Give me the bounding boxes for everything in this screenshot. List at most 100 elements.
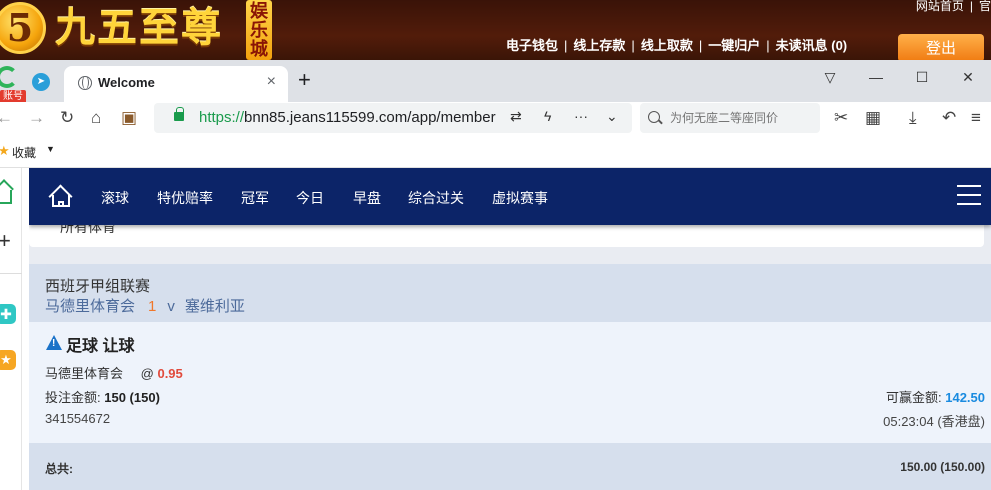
logout-button[interactable]: 登出 — [898, 34, 984, 60]
divider — [0, 273, 22, 274]
logo-badge: 5 — [0, 2, 46, 54]
stake-label: 投注金额: — [45, 390, 101, 405]
browser-tab-welcome[interactable]: Welcome × — [64, 66, 288, 102]
nav-today[interactable]: 今日 — [296, 188, 324, 208]
link-separator: | — [564, 38, 568, 53]
total-label: 总共: — [45, 462, 73, 476]
link-separator: | — [766, 38, 770, 53]
pick-team: 马德里体育会 — [45, 366, 124, 381]
nav-early[interactable]: 早盘 — [353, 188, 381, 208]
globe-icon — [78, 76, 92, 90]
lightning-icon[interactable]: ϟ — [544, 108, 551, 124]
search-input[interactable] — [670, 108, 815, 128]
odds-at: @ — [140, 366, 154, 381]
search-box[interactable] — [640, 103, 820, 133]
url-scheme: https:// — [199, 109, 245, 126]
browser-toolbar: ← → ↻ ⌂ ▣ https://bnn85.jeans115599.com/… — [0, 102, 991, 134]
tab-title: Welcome — [98, 75, 155, 90]
bet-type: 足球 让球 — [66, 338, 135, 355]
logo-text: 九五至尊 — [55, 4, 223, 51]
odds-value: 0.95 — [157, 366, 183, 381]
versus-label: v — [167, 298, 175, 315]
address-bar[interactable]: https://bnn85.jeans115599.com/app/member… — [154, 103, 632, 133]
total-value: 150.00 (150.00) — [900, 460, 985, 474]
match-line: 马德里体育会 1 v 塞维利亚 — [45, 295, 245, 316]
link-one-click-transfer[interactable]: 一键归户 — [708, 38, 760, 53]
bet-receipt-page: 滚球 特优赔率 冠军 今日 早盘 综合过关 虚拟赛事 所有体育 ▼ 西班牙甲组联… — [29, 168, 991, 490]
maximize-button[interactable]: ☐ — [899, 64, 945, 90]
new-tab-button[interactable]: + — [298, 69, 311, 91]
win-label: 可赢金额: — [885, 390, 942, 405]
minimize-button[interactable]: — — [853, 64, 899, 90]
home-team: 马德里体育会 — [45, 298, 136, 315]
chevron-down-icon[interactable]: ⌄ — [606, 108, 618, 125]
download-icon[interactable]: ⤓ — [909, 107, 917, 129]
bet-card: 足球 让球 马德里体育会 @ 0.95 投注金额: 150 (150) 可赢金额… — [29, 322, 991, 443]
link-separator: | — [698, 38, 703, 53]
menu-icon[interactable]: ≡ — [971, 107, 981, 129]
stake-value: 150 (150) — [104, 390, 160, 405]
win-line: 可赢金额: 142.50 — [886, 387, 985, 406]
star-app-icon[interactable]: ★ — [0, 350, 16, 370]
translate-icon[interactable]: ⇄ — [510, 108, 522, 125]
link-official[interactable]: 官 — [979, 0, 991, 13]
warning-icon — [46, 335, 62, 350]
home-icon[interactable]: ⌂ — [91, 107, 101, 129]
logo-sub-text: 娱乐城 — [246, 0, 272, 60]
back-arrow-icon[interactable]: ← — [0, 107, 13, 129]
more-dots-icon[interactable]: ··· — [574, 108, 588, 124]
nav-in-play[interactable]: 滚球 — [101, 188, 129, 208]
sports-nav-bar: 滚球 特优赔率 冠军 今日 早盘 综合过关 虚拟赛事 — [29, 168, 991, 225]
hamburger-menu-icon[interactable] — [957, 185, 981, 205]
tab-close-icon[interactable]: × — [267, 73, 276, 91]
link-online-withdraw[interactable]: 线上取款 — [641, 38, 693, 53]
browser-logo-icon[interactable] — [0, 66, 18, 88]
window-controls: ▽ — ☐ ✕ — [807, 64, 991, 90]
skin-icon[interactable]: ▽ — [807, 64, 853, 90]
briefcase-icon[interactable]: ▣ — [121, 107, 137, 129]
undo-icon[interactable]: ↶ — [942, 107, 956, 129]
star-icon[interactable]: ★ — [0, 143, 10, 159]
home-icon[interactable] — [0, 190, 12, 204]
link-unread-messages[interactable]: 未读讯息 (0) — [776, 38, 848, 53]
bookmarks-bar: ★ 收藏 ▼ — [0, 134, 991, 168]
bet-time: 05:23:04 (香港盘) — [883, 414, 985, 429]
league-header: 西班牙甲组联赛 马德里体育会 1 v 塞维利亚 — [29, 264, 991, 322]
account-links: 电子钱包 | 线上存款 | 线上取款 | 一键归户 | 未读讯息 (0) — [506, 35, 847, 54]
total-row: 总共: 150.00 (150.00) — [29, 443, 991, 490]
link-separator: | — [631, 38, 635, 53]
grid-apps-icon[interactable]: ▦ — [865, 107, 881, 129]
plus-icon[interactable]: + — [0, 230, 11, 252]
reload-icon[interactable]: ↻ — [60, 107, 74, 129]
pick-line: 马德里体育会 @ 0.95 — [45, 363, 183, 382]
link-separator: | — [969, 0, 973, 13]
forward-arrow-icon[interactable]: → — [28, 107, 45, 129]
nav-outright[interactable]: 冠军 — [241, 188, 269, 208]
site-banner: 5 九五至尊 娱乐城 网站首页 | 官 电子钱包 | 线上存款 | 线上取款 | 一键归户 | 未读… — [0, 0, 991, 60]
bookmarks-favorites[interactable]: 收藏 — [12, 144, 36, 161]
scissors-icon[interactable]: ✂ — [834, 107, 848, 129]
win-value: 142.50 — [945, 390, 985, 405]
link-e-wallet[interactable]: 电子钱包 — [506, 38, 558, 53]
home-icon[interactable] — [48, 184, 73, 209]
top-links: 网站首页 | 官 — [916, 0, 991, 14]
nav-special-odds[interactable]: 特优赔率 — [157, 188, 213, 208]
url-text[interactable]: https://bnn85.jeans115599.com/app/member — [199, 109, 501, 126]
nav-parlay[interactable]: 综合过关 — [408, 188, 464, 208]
url-path: bnn85.jeans115599.com/app/member — [244, 109, 496, 126]
link-homepage[interactable]: 网站首页 — [916, 0, 964, 13]
stake-line: 投注金额: 150 (150) — [45, 387, 160, 406]
link-online-deposit[interactable]: 线上存款 — [573, 38, 625, 53]
away-team: 塞维利亚 — [184, 298, 245, 315]
nav-virtual[interactable]: 虚拟赛事 — [492, 188, 548, 208]
league-name: 西班牙甲组联赛 — [45, 278, 151, 295]
puzzle-app-icon[interactable]: ✚ — [0, 304, 16, 324]
side-panel: + ✚ ★ — [0, 168, 22, 490]
ticket-id: 341554672 — [45, 411, 111, 426]
match-score: 1 — [148, 298, 157, 315]
close-window-button[interactable]: ✕ — [945, 64, 991, 90]
browser-tab-bar: 账号 ➤ Welcome × + ▽ — ☐ ✕ — [0, 60, 991, 104]
lock-icon[interactable] — [174, 107, 184, 121]
caret-down-icon[interactable]: ▼ — [46, 144, 55, 154]
telegram-icon[interactable]: ➤ — [32, 73, 50, 91]
